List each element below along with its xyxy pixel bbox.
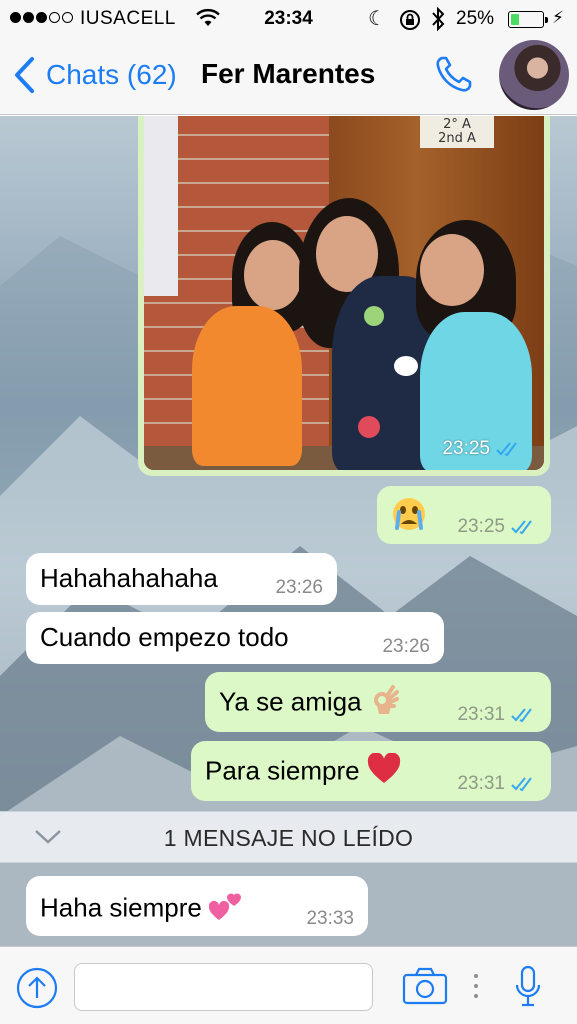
rotation-lock-icon [398, 8, 422, 38]
sign-line-2: 2nd A [438, 131, 476, 146]
red-heart-icon [367, 752, 401, 792]
double-check-icon [511, 520, 532, 535]
camera-icon [402, 967, 448, 1005]
message-bubble-in[interactable]: Cuando empezo todo 23:26 [26, 612, 444, 664]
message-timestamp: 23:31 [457, 704, 537, 726]
sign-line-1: 2° A [443, 117, 471, 132]
message-text: Hahahahahaha [40, 563, 218, 593]
message-text: Haha siempre [40, 892, 202, 923]
message-time: 23:33 [306, 908, 354, 929]
camera-button[interactable] [402, 967, 448, 1010]
back-button[interactable]: Chats (62) [12, 56, 177, 94]
battery-icon [508, 11, 548, 28]
double-check-icon [511, 708, 532, 723]
message-bubble-out[interactable]: Ya se amiga 23:31 [205, 672, 551, 732]
share-upload-button[interactable] [16, 967, 58, 1014]
contact-avatar[interactable] [499, 40, 569, 110]
message-content: Ya se amiga [219, 684, 401, 723]
message-timestamp: 23:25 [457, 516, 537, 538]
battery-percentage: 25% [456, 8, 495, 29]
message-bubble-out[interactable]: 23:25 [377, 486, 551, 544]
message-time: 23:31 [457, 704, 505, 725]
back-button-label: Chats (62) [46, 59, 177, 90]
photo-door-sign: 2° A 2nd A [420, 116, 494, 148]
double-check-icon [511, 777, 532, 792]
message-timestamp: 23:26 [382, 636, 430, 658]
message-time: 23:31 [457, 773, 505, 794]
microphone-button[interactable] [514, 965, 542, 1014]
message-bubble-out[interactable]: Para siempre 23:31 [191, 741, 551, 801]
arrow-up-circle-icon [16, 967, 58, 1009]
message-text: Cuando empezo todo [40, 622, 289, 652]
message-bubble-in[interactable]: Hahahahahaha 23:26 [26, 553, 337, 605]
message-time: 23:26 [275, 577, 323, 598]
contact-name[interactable]: Fer Marentes [201, 58, 375, 90]
phone-icon[interactable] [432, 52, 476, 101]
bluetooth-icon [430, 6, 446, 38]
chevron-left-icon [15, 57, 34, 93]
photo-image: 2° A 2nd A 23:25 [144, 116, 544, 470]
message-time: 23:25 [457, 516, 505, 537]
photo-time: 23:25 [442, 438, 490, 459]
message-timestamp: 23:31 [457, 773, 537, 795]
message-text: Ya se amiga [219, 686, 362, 717]
message-timestamp: 23:26 [275, 577, 323, 599]
ok-hand-icon [369, 684, 401, 723]
unread-messages-divider: 1 MENSAJE NO LEÍDO [0, 811, 577, 863]
message-content: Para siempre [205, 752, 401, 792]
more-options-icon[interactable] [473, 973, 479, 1004]
message-bubble-in[interactable]: Haha siempre 23:33 [26, 876, 368, 936]
double-check-icon [496, 442, 517, 457]
chat-area[interactable]: 2° A 2nd A 23:25 23:25 Hahahahahaha 23:2… [0, 116, 577, 946]
message-timestamp: 23:33 [306, 908, 354, 930]
message-content: Haha siempre [40, 890, 243, 929]
two-hearts-icon [208, 890, 243, 929]
moon-icon: ☾ [368, 8, 386, 30]
photo-message[interactable]: 2° A 2nd A 23:25 [138, 116, 550, 476]
photo-timestamp: 23:25 [442, 438, 522, 460]
message-input-bar [0, 946, 577, 1024]
message-input[interactable] [74, 963, 373, 1011]
status-bar: IUSACELL 23:34 ☾ 25% ⚡ [0, 0, 577, 38]
crying-face-icon [391, 496, 427, 539]
message-text: Para siempre [205, 755, 360, 786]
chat-header: Chats (62) Fer Marentes [0, 38, 577, 115]
charging-bolt-icon: ⚡ [552, 8, 564, 27]
unread-label: 1 MENSAJE NO LEÍDO [163, 825, 414, 851]
message-time: 23:26 [382, 636, 430, 657]
microphone-icon [515, 965, 541, 1007]
